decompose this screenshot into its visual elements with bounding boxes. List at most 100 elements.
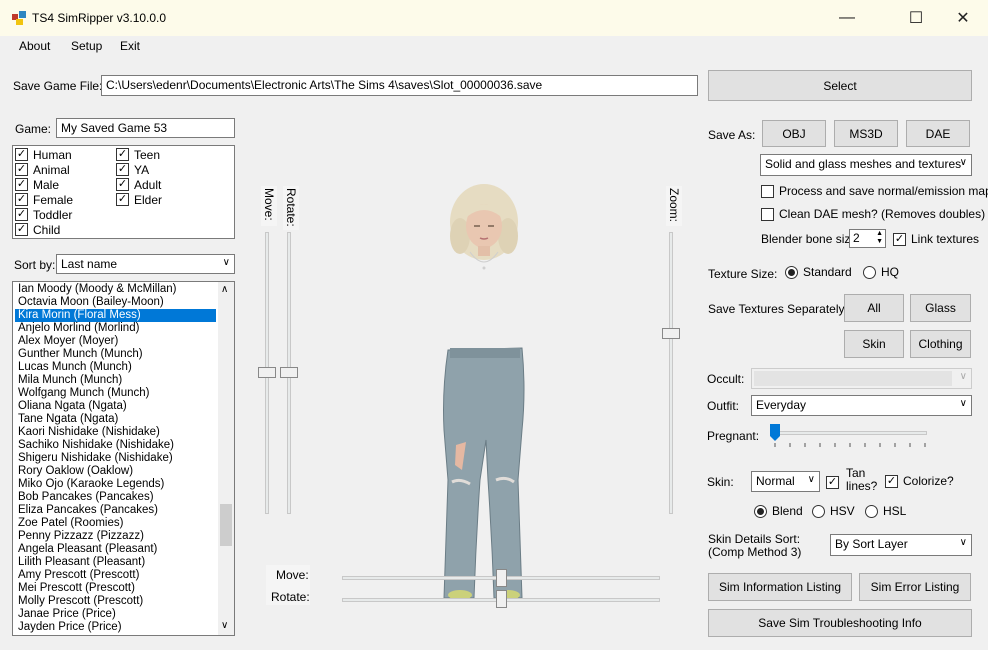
tan-lines-option[interactable]: ✓ bbox=[826, 474, 839, 489]
sim-error-listing-button[interactable]: Sim Error Listing bbox=[859, 573, 971, 601]
normal-maps-checkbox[interactable] bbox=[761, 184, 774, 198]
hsl-radio[interactable] bbox=[865, 504, 878, 518]
colorize-option[interactable]: ✓ Colorize? bbox=[885, 474, 954, 488]
clean-dae-option[interactable]: Clean DAE mesh? (Removes doubles) bbox=[761, 207, 985, 221]
sim-list[interactable]: Ian Moody (Moody & McMillan) Octavia Moon… bbox=[12, 281, 235, 636]
standard-radio[interactable] bbox=[785, 265, 798, 279]
filter-checkbox[interactable]: ✓ bbox=[15, 208, 28, 221]
move-horizontal-slider[interactable] bbox=[496, 569, 507, 587]
sim-list-item[interactable]: Miko Ojo (Karaoke Legends) bbox=[15, 478, 216, 491]
outfit-combo[interactable]: Everyday ∨ bbox=[751, 395, 972, 416]
select-button[interactable]: Select bbox=[708, 70, 972, 101]
sim-list-item[interactable]: Oliana Ngata (Ngata) bbox=[15, 400, 216, 413]
filter-option[interactable]: ✓ Animal bbox=[15, 162, 73, 177]
filter-option[interactable]: ✓ Child bbox=[15, 222, 73, 237]
blend-option[interactable]: Blend bbox=[754, 504, 803, 518]
pregnant-slider[interactable] bbox=[770, 424, 780, 442]
hq-radio[interactable] bbox=[863, 265, 876, 279]
sim-list-item[interactable]: Mei Prescott (Prescott) bbox=[15, 582, 216, 595]
sim-list-item[interactable]: Molly Prescott (Prescott) bbox=[15, 595, 216, 608]
sim-list-item[interactable]: Angela Pleasant (Pleasant) bbox=[15, 543, 216, 556]
filter-option[interactable]: ✓ Adult bbox=[116, 177, 162, 192]
troubleshooting-button[interactable]: Save Sim Troubleshooting Info bbox=[708, 609, 972, 637]
clean-dae-checkbox[interactable] bbox=[761, 207, 774, 221]
filter-checkbox[interactable]: ✓ bbox=[116, 178, 129, 191]
hsv-radio[interactable] bbox=[812, 504, 825, 518]
game-field[interactable]: My Saved Game 53 bbox=[56, 118, 235, 138]
filter-checkbox[interactable]: ✓ bbox=[15, 148, 28, 161]
sim-list-item[interactable]: Zoe Patel (Roomies) bbox=[15, 517, 216, 530]
sim-list-item[interactable]: Tane Ngata (Ngata) bbox=[15, 413, 216, 426]
obj-button[interactable]: OBJ bbox=[762, 120, 826, 147]
dae-button[interactable]: DAE bbox=[906, 120, 970, 147]
textures-clothing-button[interactable]: Clothing bbox=[910, 330, 971, 358]
filter-checkbox[interactable]: ✓ bbox=[116, 148, 129, 161]
filter-checkbox[interactable]: ✓ bbox=[15, 193, 28, 206]
sim-list-item[interactable]: Mila Munch (Munch) bbox=[15, 374, 216, 387]
sim-list-item[interactable]: Kira Morin (Floral Mess) bbox=[15, 309, 216, 322]
filter-checkbox[interactable]: ✓ bbox=[116, 193, 129, 206]
sim-list-item[interactable]: Alex Moyer (Moyer) bbox=[15, 335, 216, 348]
sim-list-item[interactable]: Amy Prescott (Prescott) bbox=[15, 569, 216, 582]
scroll-up-icon[interactable]: ∧ bbox=[221, 284, 228, 295]
link-textures-option[interactable]: ✓ Link textures bbox=[893, 232, 979, 246]
sim-list-item[interactable]: Lucas Munch (Munch) bbox=[15, 361, 216, 374]
rotate-horizontal-slider[interactable] bbox=[496, 590, 507, 608]
sim-list-item[interactable]: Sachiko Nishidake (Nishidake) bbox=[15, 439, 216, 452]
filter-checkbox[interactable]: ✓ bbox=[15, 163, 28, 176]
maximize-button[interactable]: ☐ bbox=[893, 0, 939, 36]
texture-hq-option[interactable]: HQ bbox=[863, 265, 899, 279]
colorize-checkbox[interactable]: ✓ bbox=[885, 474, 898, 488]
texture-standard-option[interactable]: Standard bbox=[785, 265, 852, 279]
sim-model-preview[interactable] bbox=[430, 180, 540, 605]
hsl-option[interactable]: HSL bbox=[865, 504, 906, 518]
menu-setup[interactable]: Setup bbox=[71, 39, 102, 53]
filter-option[interactable]: ✓ Toddler bbox=[15, 207, 73, 222]
sim-list-item[interactable]: Bob Pancakes (Pancakes) bbox=[15, 491, 216, 504]
sim-list-item[interactable]: Lilith Pleasant (Pleasant) bbox=[15, 556, 216, 569]
mesh-option-combo[interactable]: Solid and glass meshes and textures ∨ bbox=[760, 154, 972, 176]
skin-details-combo[interactable]: By Sort Layer ∨ bbox=[830, 534, 972, 556]
menu-about[interactable]: About bbox=[19, 39, 50, 53]
filter-option[interactable]: ✓ Elder bbox=[116, 192, 162, 207]
filter-option[interactable]: ✓ YA bbox=[116, 162, 162, 177]
sim-list-scrollbar[interactable]: ∧ ∨ bbox=[218, 282, 234, 635]
filter-option[interactable]: ✓ Human bbox=[15, 147, 73, 162]
sim-info-listing-button[interactable]: Sim Information Listing bbox=[708, 573, 852, 601]
hsv-option[interactable]: HSV bbox=[812, 504, 855, 518]
textures-skin-button[interactable]: Skin bbox=[844, 330, 904, 358]
scrollbar-thumb[interactable] bbox=[220, 504, 232, 546]
sort-combo[interactable]: Last name ∨ bbox=[56, 254, 235, 274]
spinner-arrows-icon[interactable]: ▲ ▼ bbox=[876, 230, 883, 246]
skin-combo[interactable]: Normal ∨ bbox=[751, 471, 820, 492]
sim-list-item[interactable]: Janae Price (Price) bbox=[15, 608, 216, 621]
ms3d-button[interactable]: MS3D bbox=[834, 120, 898, 147]
filter-checkbox[interactable]: ✓ bbox=[15, 178, 28, 191]
link-textures-checkbox[interactable]: ✓ bbox=[893, 232, 906, 246]
move-vertical-slider[interactable] bbox=[258, 367, 276, 378]
filter-option[interactable]: ✓ Teen bbox=[116, 147, 162, 162]
sim-list-item[interactable]: Octavia Moon (Bailey-Moon) bbox=[15, 296, 216, 309]
tan-lines-checkbox[interactable]: ✓ bbox=[826, 476, 839, 489]
normal-maps-option[interactable]: Process and save normal/emission maps bbox=[761, 184, 988, 198]
rotate-vertical-slider[interactable] bbox=[280, 367, 298, 378]
sim-list-item[interactable]: Kaori Nishidake (Nishidake) bbox=[15, 426, 216, 439]
sim-list-item[interactable]: Gunther Munch (Munch) bbox=[15, 348, 216, 361]
sim-list-item[interactable]: Shigeru Nishidake (Nishidake) bbox=[15, 452, 216, 465]
sim-list-item[interactable]: Rory Oaklow (Oaklow) bbox=[15, 465, 216, 478]
filter-option[interactable]: ✓ Female bbox=[15, 192, 73, 207]
sim-list-item[interactable]: Ian Moody (Moody & McMillan) bbox=[15, 283, 216, 296]
sim-list-item[interactable]: Penny Pizzazz (Pizzazz) bbox=[15, 530, 216, 543]
sim-list-item[interactable]: Jayden Price (Price) bbox=[15, 621, 216, 634]
zoom-slider[interactable] bbox=[662, 328, 680, 339]
filter-checkbox[interactable]: ✓ bbox=[15, 223, 28, 236]
close-button[interactable]: ✕ bbox=[940, 0, 986, 36]
sim-list-item[interactable]: Wolfgang Munch (Munch) bbox=[15, 387, 216, 400]
blend-radio[interactable] bbox=[754, 504, 767, 518]
filter-checkbox[interactable]: ✓ bbox=[116, 163, 129, 176]
filter-option[interactable]: ✓ Male bbox=[15, 177, 73, 192]
minimize-button[interactable]: — bbox=[824, 0, 870, 36]
textures-all-button[interactable]: All bbox=[844, 294, 904, 322]
scroll-down-icon[interactable]: ∨ bbox=[221, 620, 228, 631]
save-file-field[interactable]: C:\Users\edenr\Documents\Electronic Arts… bbox=[101, 75, 698, 96]
